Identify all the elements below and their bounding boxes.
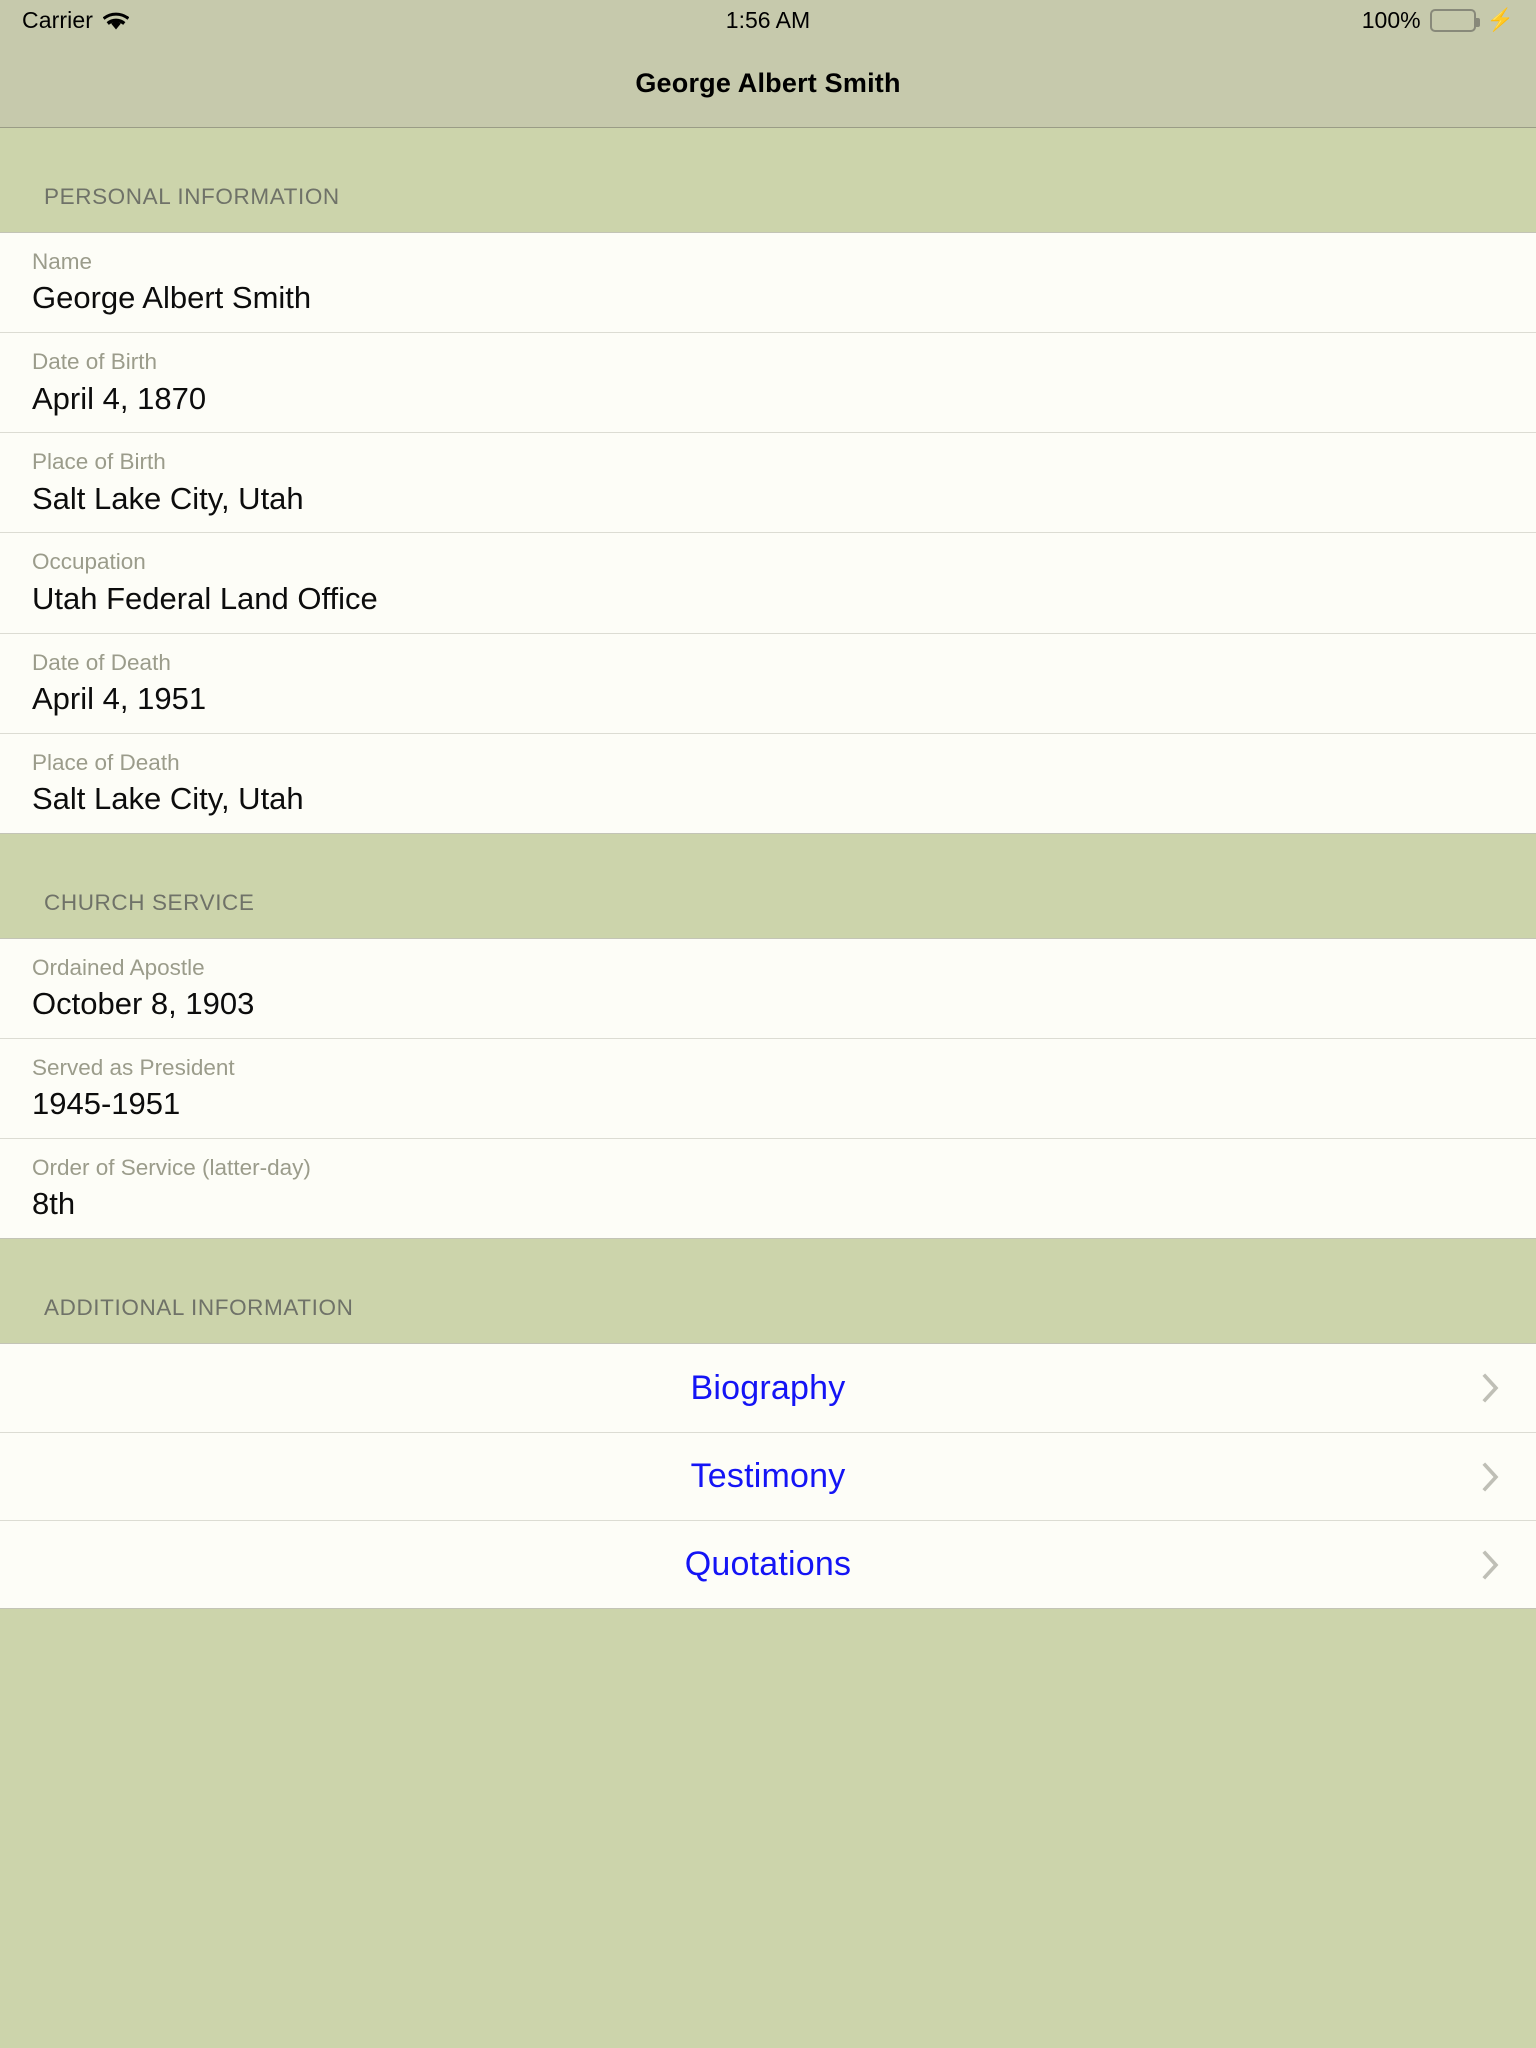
cell-value: Utah Federal Land Office xyxy=(32,580,378,616)
cell-value: Salt Lake City, Utah xyxy=(32,781,304,816)
nav-row-label: Testimony xyxy=(690,1457,846,1496)
wifi-icon xyxy=(102,11,130,31)
cell-label: Ordained Apostle xyxy=(32,954,205,980)
table-row: Ordained Apostle October 8, 1903 xyxy=(0,939,1536,1038)
cell-label: Place of Death xyxy=(32,749,180,775)
cell-label: Date of Death xyxy=(32,649,171,675)
section-body-personal-information: Name George Albert Smith Date of Birth A… xyxy=(0,232,1536,834)
section-header-church-service: CHURCH SERVICE xyxy=(0,833,1536,938)
table-row: Date of Death April 4, 1951 xyxy=(0,632,1536,733)
status-bar-clock: 1:56 AM xyxy=(725,6,811,33)
cell-label: Occupation xyxy=(32,549,146,575)
table-row: Date of Birth April 4, 1870 xyxy=(0,332,1536,432)
section-body-church-service: Ordained Apostle October 8, 1903 Served … xyxy=(0,937,1536,1240)
cell-value: 1945-1951 xyxy=(32,1086,181,1122)
chevron-right-icon xyxy=(1482,1372,1500,1404)
navigation-bar: George Albert Smith xyxy=(0,40,1536,128)
section-body-additional-information: Biography Testimony Quotations xyxy=(0,1343,1536,1610)
carrier-label: Carrier xyxy=(22,6,93,33)
cell-label: Place of Birth xyxy=(32,449,166,475)
table-row: Occupation Utah Federal Land Office xyxy=(0,532,1536,632)
lightning-bolt-icon: ⚡ xyxy=(1486,7,1514,32)
table-row: Served as President 1945-1951 xyxy=(0,1037,1536,1138)
status-bar-left: Carrier xyxy=(22,6,130,34)
section-header-additional-information: ADDITIONAL INFORMATION xyxy=(0,1239,1536,1344)
table-row: Place of Death Salt Lake City, Utah xyxy=(0,732,1536,833)
cell-value: George Albert Smith xyxy=(32,280,312,316)
cell-value: October 8, 1903 xyxy=(32,986,255,1022)
detail-table-view: PERSONAL INFORMATION Name George Albert … xyxy=(0,128,1536,1610)
cell-value: April 4, 1870 xyxy=(32,380,207,416)
section-header-personal-information: PERSONAL INFORMATION xyxy=(0,128,1536,232)
app-screen: Carrier 1:56 AM 100% ⚡ George Albert Smi… xyxy=(0,0,1536,2048)
battery-percent-label: 100% xyxy=(1361,6,1421,33)
cell-value: April 4, 1951 xyxy=(32,680,207,716)
nav-row-biography[interactable]: Biography xyxy=(0,1344,1536,1432)
cell-label: Served as President xyxy=(32,1054,235,1080)
nav-row-label: Quotations xyxy=(684,1545,852,1584)
chevron-right-icon xyxy=(1482,1461,1500,1493)
cell-label: Order of Service (latter-day) xyxy=(32,1155,311,1180)
table-row: Name George Albert Smith xyxy=(0,233,1536,332)
page-title: George Albert Smith xyxy=(635,68,901,98)
nav-row-quotations[interactable]: Quotations xyxy=(0,1520,1536,1608)
cell-value: 8th xyxy=(32,1186,76,1222)
nav-row-label: Biography xyxy=(690,1368,846,1407)
table-row: Order of Service (latter-day) 8th xyxy=(0,1138,1536,1238)
nav-row-testimony[interactable]: Testimony xyxy=(0,1432,1536,1520)
table-footer-space xyxy=(0,1609,1536,2048)
cell-value: Salt Lake City, Utah xyxy=(32,480,304,516)
battery-full-icon xyxy=(1429,8,1480,32)
table-row: Place of Birth Salt Lake City, Utah xyxy=(0,432,1536,532)
cell-label: Name xyxy=(32,249,93,274)
status-bar: Carrier 1:56 AM 100% ⚡ xyxy=(0,0,1536,40)
cell-label: Date of Birth xyxy=(32,349,158,375)
chevron-right-icon xyxy=(1482,1549,1500,1581)
status-bar-right: 100% ⚡ xyxy=(1362,7,1514,34)
